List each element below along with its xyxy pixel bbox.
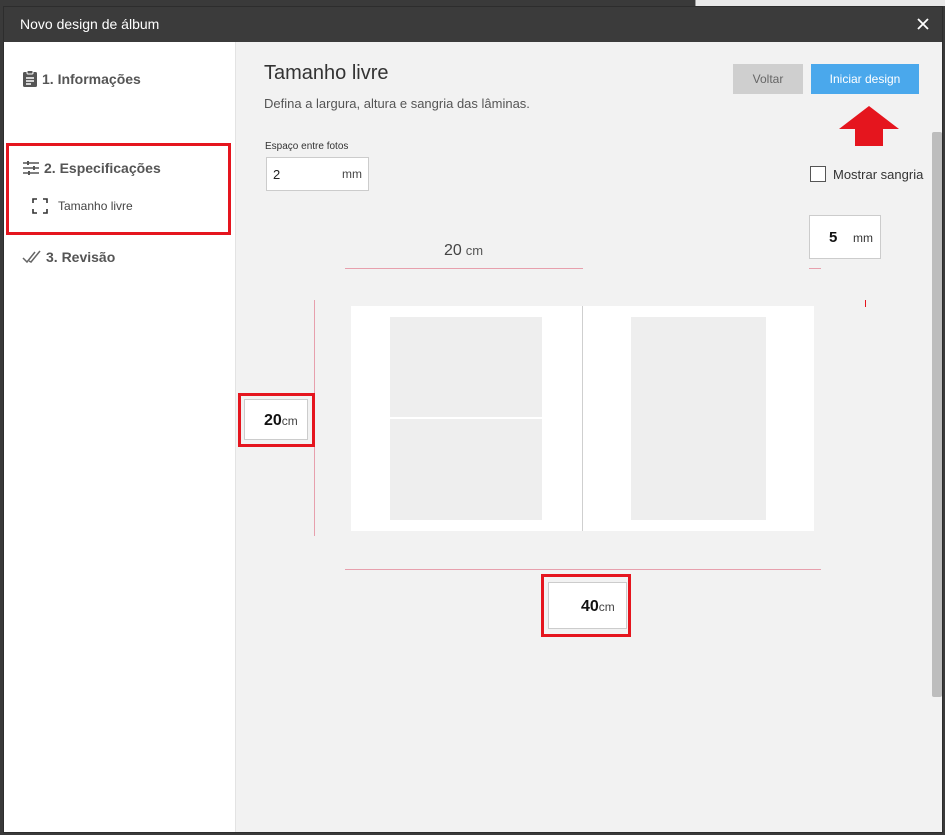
double-check-icon bbox=[22, 250, 41, 264]
sidebar-step-label: 3. Revisão bbox=[46, 249, 116, 265]
spacing-label: Espaço entre fotos bbox=[265, 141, 349, 152]
steps-sidebar: 1. Informações 2. Especificações Tamanho… bbox=[4, 42, 236, 832]
close-icon[interactable] bbox=[912, 13, 934, 35]
page-width-unit: cm bbox=[465, 243, 484, 258]
page-title: Tamanho livre bbox=[264, 62, 389, 84]
up-arrow-icon bbox=[839, 106, 899, 146]
page-width-label: 20 cm bbox=[444, 242, 483, 260]
dialog-title: Novo design de álbum bbox=[20, 16, 160, 32]
sidebar-step-revisao[interactable]: 3. Revisão bbox=[22, 249, 115, 265]
bleed-unit: mm bbox=[853, 231, 873, 245]
scrollbar[interactable] bbox=[932, 132, 942, 697]
show-bleed-label: Mostrar sangria bbox=[833, 167, 924, 182]
bleed-input[interactable]: 5 mm bbox=[809, 215, 881, 259]
start-design-button[interactable]: Iniciar design bbox=[811, 64, 919, 94]
highlight-box-height bbox=[238, 393, 315, 447]
page-width-guide bbox=[345, 268, 583, 269]
back-button[interactable]: Voltar bbox=[733, 64, 803, 94]
page-description: Defina a largura, altura e sangria das l… bbox=[264, 96, 530, 111]
spacing-value: 2 bbox=[273, 167, 281, 182]
page-width-value: 20 bbox=[444, 242, 462, 259]
bleed-tick bbox=[865, 300, 866, 307]
sidebar-step-informacoes[interactable]: 1. Informações bbox=[22, 70, 141, 88]
bleed-value: 5 bbox=[829, 229, 838, 246]
clipboard-icon bbox=[23, 70, 37, 87]
sidebar-step-label: 1. Informações bbox=[42, 71, 141, 87]
album-spread-preview bbox=[351, 306, 814, 531]
spread-width-guide bbox=[345, 569, 821, 570]
photo-slot bbox=[631, 317, 766, 520]
album-design-dialog: Novo design de álbum 1. Informações 2. E… bbox=[3, 6, 943, 833]
spacing-input[interactable]: 2 mm bbox=[266, 157, 369, 191]
highlight-box-specifications bbox=[6, 143, 231, 235]
main-content: Tamanho livre Defina a largura, altura e… bbox=[237, 42, 942, 832]
photo-slot bbox=[390, 317, 542, 417]
show-bleed-checkbox[interactable] bbox=[810, 166, 826, 182]
photo-slot bbox=[390, 419, 542, 520]
highlight-box-width bbox=[541, 574, 631, 637]
dialog-titlebar: Novo design de álbum bbox=[4, 7, 942, 42]
bleed-guide bbox=[809, 268, 821, 269]
spread-spine bbox=[582, 306, 583, 531]
spacing-unit: mm bbox=[342, 167, 362, 181]
